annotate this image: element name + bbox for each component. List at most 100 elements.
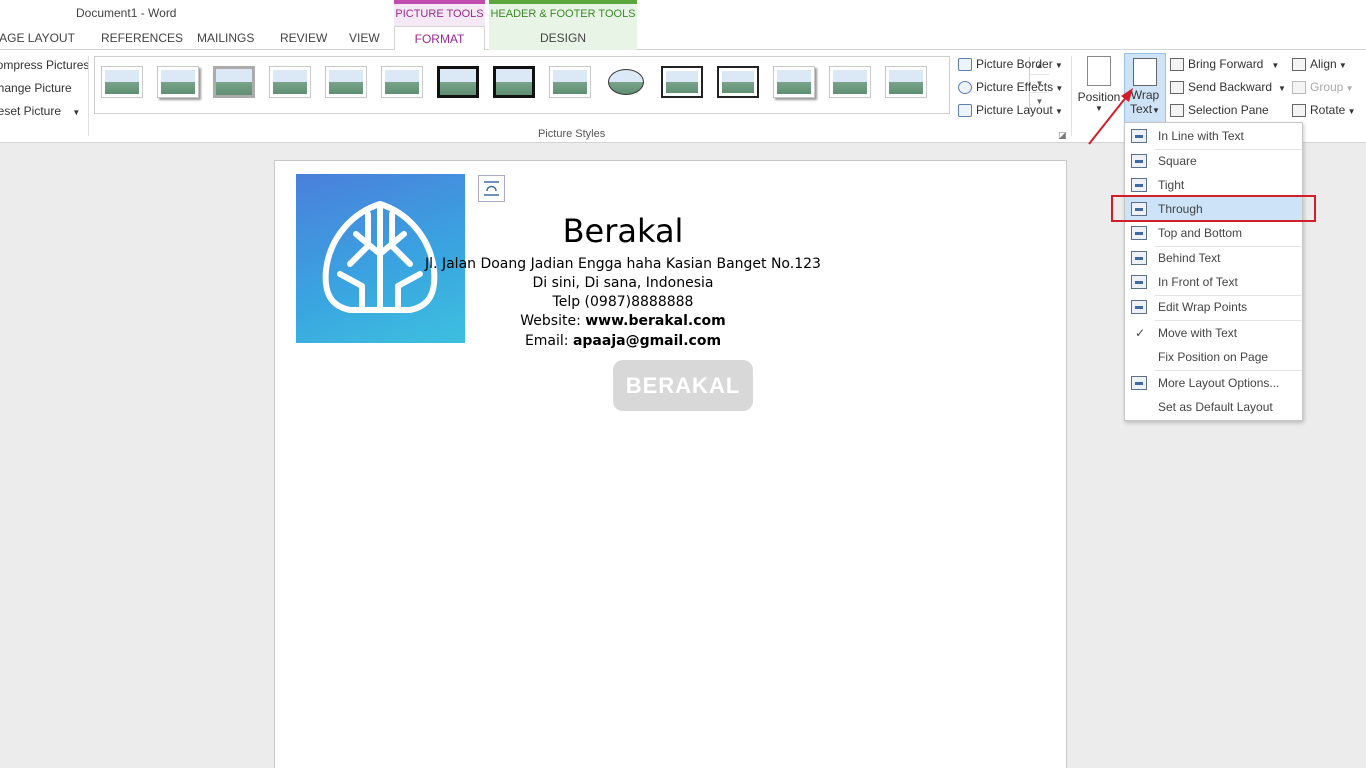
picture-style-thumb[interactable] [829,66,871,98]
picture-style-thumb[interactable] [101,66,143,98]
chevron-down-icon: ▼ [1152,106,1160,115]
change-picture-button[interactable]: Change Picture [0,81,72,95]
selection-pane-button[interactable]: Selection Pane [1170,103,1269,118]
layout-options-icon[interactable] [478,175,505,202]
menu-item-label: Tight [1158,178,1185,192]
send-backward-label: Send Backward [1188,80,1273,94]
thumb-image [889,70,923,94]
menu-item-label: In Front of Text [1158,275,1238,289]
rotate-icon [1292,104,1306,118]
window-title: Document1 - Word [76,6,177,20]
menu-item-move-with-text[interactable]: ✓ Move with Text [1125,321,1302,345]
thumb-image [385,70,419,94]
menu-item-label: Top and Bottom [1158,226,1243,240]
title-bar: Document1 - Word PICTURE TOOLS HEADER & … [0,0,1366,26]
group-divider [88,56,89,136]
group-label: Group [1310,80,1344,94]
document-heading[interactable]: Berakal [175,212,1071,250]
thumb-image [608,69,644,95]
thumb-image [105,70,139,94]
dialog-launcher-icon[interactable]: ◪ [1058,130,1067,141]
thumb-image [666,71,698,93]
tab-design[interactable]: DESIGN [489,26,637,50]
picture-border-icon [958,58,972,72]
header-footer-tools-context-tab: HEADER & FOOTER TOOLS [489,0,637,26]
berakal-watermark-logo: BERAKAL [613,360,753,411]
group-button[interactable]: Group ▼ [1292,80,1354,95]
square-wrap-icon [1131,154,1147,168]
tab-format[interactable]: FORMAT [394,26,485,51]
thumb-image [273,70,307,94]
menu-item-edit-wrap-points[interactable]: Edit Wrap Points [1125,295,1302,319]
menu-item-set-as-default-layout[interactable]: Set as Default Layout [1125,395,1302,419]
tab-references[interactable]: REFERENCES [101,31,183,45]
website-line[interactable]: Website: www.berakal.com [175,313,1071,329]
rotate-label: Rotate [1310,103,1346,117]
tab-review[interactable]: REVIEW [280,31,327,45]
chevron-down-icon: ▼ [1052,107,1063,116]
edit-wrap-points-icon [1131,300,1147,314]
address-line[interactable]: Jl. Jalan Doang Jadian Engga haha Kasian… [175,256,1071,272]
tab-mailings[interactable]: MAILINGS [197,31,254,45]
picture-style-thumb[interactable] [661,66,703,98]
picture-effects-button[interactable]: Picture Effects ▼ [958,80,1063,95]
thumb-image [833,70,867,94]
chevron-down-icon: ▼ [1343,84,1354,93]
tab-view[interactable]: VIEW [349,31,380,45]
picture-style-thumb[interactable] [549,66,591,98]
menu-item-in-front-of-text[interactable]: In Front of Text [1125,270,1302,294]
menu-item-in-line-with-text[interactable]: In Line with Text [1125,124,1302,148]
picture-border-button[interactable]: Picture Border ▼ [958,57,1063,72]
phone-line[interactable]: Telp (0987)8888888 [175,294,1071,310]
email-line[interactable]: Email: apaaja@gmail.com [175,333,1071,349]
top-and-bottom-icon [1131,226,1147,240]
picture-style-thumb[interactable] [437,66,479,98]
layout-options-icon [1131,376,1147,390]
document-page: Berakal Jl. Jalan Doang Jadian Engga hah… [274,160,1067,768]
menu-item-tight[interactable]: Tight [1125,173,1302,197]
picture-style-thumb[interactable] [157,66,199,98]
menu-item-behind-text[interactable]: Behind Text [1125,246,1302,270]
rotate-button[interactable]: Rotate ▼ [1292,103,1356,118]
city-line[interactable]: Di sini, Di sana, Indonesia [175,275,1071,291]
menu-item-label: Behind Text [1158,251,1221,265]
picture-layout-label: Picture Layout [976,103,1053,117]
picture-effects-icon [958,81,972,95]
menu-item-label: In Line with Text [1158,129,1244,143]
chevron-down-icon: ▼ [1336,61,1347,70]
menu-item-square[interactable]: Square [1125,149,1302,173]
ribbon-tabs: PAGE LAYOUT REFERENCES MAILINGS REVIEW V… [0,26,1366,51]
bring-forward-button[interactable]: Bring Forward ▼ [1170,57,1279,72]
picture-style-thumb[interactable] [325,66,367,98]
menu-item-top-and-bottom[interactable]: Top and Bottom [1125,221,1302,245]
picture-style-thumb[interactable] [773,66,815,98]
thumb-image [440,69,476,95]
picture-style-thumb[interactable] [213,66,255,98]
compress-pictures-button[interactable]: Compress Pictures [0,58,89,72]
picture-style-thumb[interactable] [381,66,423,98]
picture-border-label: Picture Border [976,57,1053,71]
website-label: Website: [520,313,581,329]
picture-style-thumb[interactable] [493,66,535,98]
thumb-image [777,70,811,94]
menu-item-more-layout-options[interactable]: More Layout Options... [1125,371,1302,395]
picture-style-thumb[interactable] [885,66,927,98]
picture-style-thumb[interactable] [717,66,759,98]
picture-styles-group-label: Picture Styles [538,128,606,140]
behind-text-icon [1131,251,1147,265]
reset-picture-button[interactable]: Reset Picture ▼ [0,104,80,118]
picture-style-thumb[interactable] [269,66,311,98]
tab-page-layout[interactable]: PAGE LAYOUT [0,31,75,45]
thumb-image [161,70,195,94]
picture-effects-label: Picture Effects [976,80,1054,94]
chevron-down-icon: ▼ [1345,107,1356,116]
email-label: Email: [524,333,569,349]
checkmark-icon: ✓ [1135,326,1146,340]
selection-pane-label: Selection Pane [1188,103,1269,117]
align-button[interactable]: Align ▼ [1292,57,1347,72]
send-backward-button[interactable]: Send Backward ▼ [1170,80,1286,95]
picture-style-thumb[interactable] [605,66,647,98]
picture-layout-button[interactable]: Picture Layout ▼ [958,103,1063,118]
menu-item-fix-position-on-page[interactable]: Fix Position on Page [1125,345,1302,369]
picture-tools-context-tab: PICTURE TOOLS [394,0,485,26]
